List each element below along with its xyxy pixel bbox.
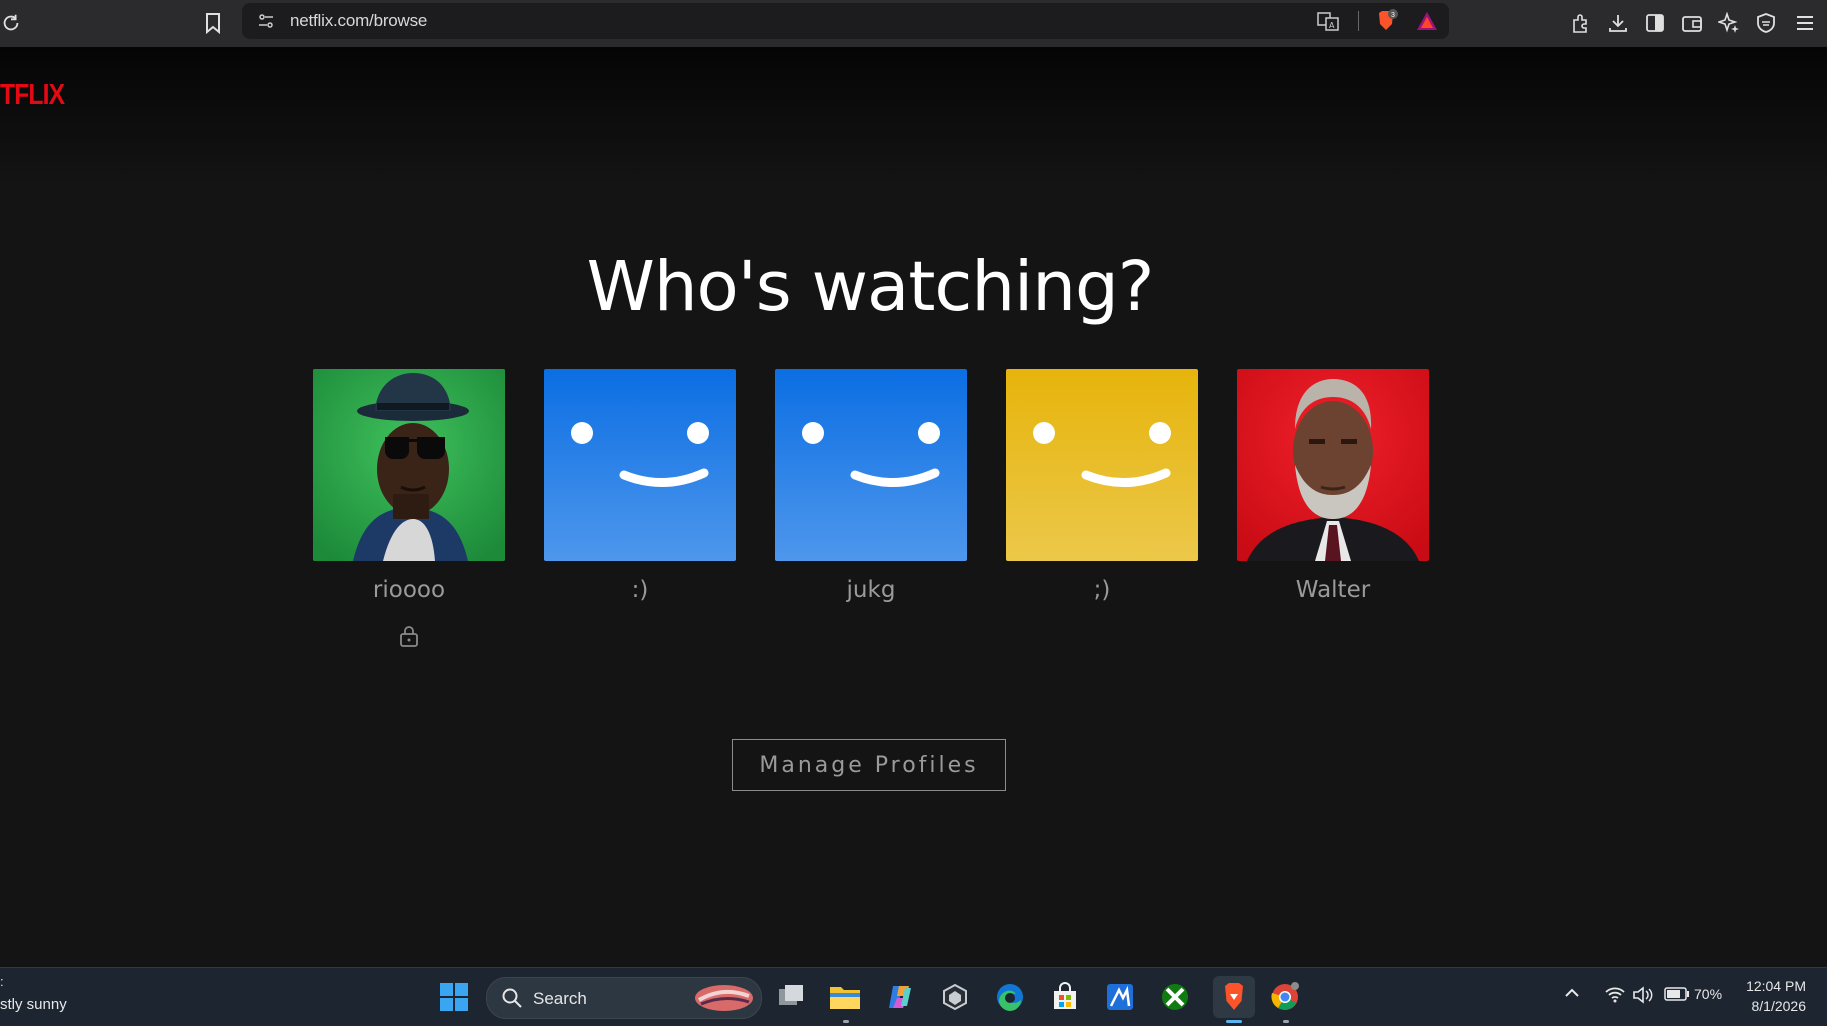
brave-shields-icon[interactable]: 3 (1374, 9, 1398, 33)
profile-name: :) (631, 577, 649, 603)
clock[interactable]: 12:04 PM 8/1/2026 (1730, 976, 1806, 1016)
bookmark-icon[interactable] (198, 8, 228, 38)
reload-icon[interactable] (0, 8, 26, 38)
profile-smile[interactable]: :) (544, 369, 736, 647)
wallet-icon[interactable] (1677, 8, 1707, 38)
netflix-logo[interactable]: TFLIX (0, 79, 65, 112)
address-bar[interactable]: netflix.com/browse A 3 (242, 3, 1449, 39)
extensions-icon[interactable] (1566, 8, 1596, 38)
search-highlight-icon (693, 982, 755, 1019)
search-label: Search (533, 989, 587, 1008)
taskbar-search[interactable]: Search (486, 977, 762, 1019)
profile-wink[interactable]: ;) (1006, 369, 1198, 647)
url-text: netflix.com/browse (290, 11, 428, 30)
active-indicator (1226, 1020, 1242, 1023)
profile-jukg[interactable]: jukg (775, 369, 967, 647)
running-indicator (843, 1020, 849, 1023)
site-settings-icon[interactable] (254, 9, 278, 33)
download-icon[interactable] (1603, 8, 1633, 38)
profile-name: jukg (846, 577, 896, 603)
tray-overflow-icon[interactable] (1564, 986, 1580, 998)
app-blue-m-icon[interactable] (1103, 980, 1137, 1014)
battery-indicator[interactable]: 70% (1664, 986, 1722, 1002)
leo-ai-icon[interactable] (1714, 8, 1744, 38)
weather-temp: : (0, 974, 4, 989)
volume-icon[interactable] (1632, 986, 1654, 1004)
profile-name: rioooo (372, 577, 446, 603)
task-view-icon[interactable] (774, 980, 808, 1014)
svg-text:A: A (1329, 21, 1335, 30)
profile-rioooo[interactable]: rioooo (313, 369, 505, 647)
profile-list: rioooo :) jukg ;) Walter (313, 369, 1429, 647)
running-indicator (1283, 1020, 1289, 1023)
date: 8/1/2026 (1751, 998, 1807, 1014)
manage-profiles-button[interactable]: Manage Profiles (732, 739, 1006, 791)
menu-icon[interactable] (1790, 8, 1820, 38)
chrome-icon[interactable] (1268, 980, 1302, 1014)
separator (1358, 11, 1359, 31)
windows-start-icon[interactable] (437, 980, 471, 1014)
lock-icon (398, 625, 420, 647)
avatar[interactable] (313, 369, 505, 561)
netflix-profile-gate: TFLIX Who's watching? rioooo:) jukg ;) … (0, 47, 1827, 967)
avatar[interactable] (1006, 369, 1198, 561)
avatar[interactable] (544, 369, 736, 561)
browser-toolbar: netflix.com/browse A 3 (0, 0, 1827, 47)
app-hexagon-icon[interactable] (938, 980, 972, 1014)
xbox-icon[interactable] (1158, 980, 1192, 1014)
brave-browser-icon[interactable] (1213, 976, 1255, 1018)
battery-percent: 70% (1694, 986, 1723, 1002)
avatar[interactable] (1237, 369, 1429, 561)
battery-icon (1664, 987, 1689, 1001)
copilot-icon[interactable] (883, 980, 917, 1014)
sidebar-icon[interactable] (1640, 8, 1670, 38)
page-title: Who's watching? (586, 247, 1155, 327)
profile-name: Walter (1295, 577, 1371, 603)
profile-walter[interactable]: Walter (1237, 369, 1429, 647)
translate-icon[interactable]: A (1316, 9, 1340, 33)
brave-rewards-icon[interactable] (1415, 9, 1439, 33)
file-explorer-icon[interactable] (828, 980, 862, 1014)
time: 12:04 PM (1746, 978, 1806, 994)
vpn-shield-icon[interactable] (1751, 8, 1781, 38)
edge-icon[interactable] (993, 980, 1027, 1014)
taskbar: : stly sunny Search 70% 12:04 PM 8/1/202… (0, 967, 1827, 1026)
shields-badge: 3 (1391, 12, 1395, 19)
profile-name: ;) (1093, 577, 1111, 603)
avatar[interactable] (775, 369, 967, 561)
search-icon (501, 987, 523, 1014)
wifi-icon[interactable] (1604, 986, 1626, 1004)
weather-widget[interactable]: stly sunny (0, 996, 67, 1013)
microsoft-store-icon[interactable] (1048, 980, 1082, 1014)
